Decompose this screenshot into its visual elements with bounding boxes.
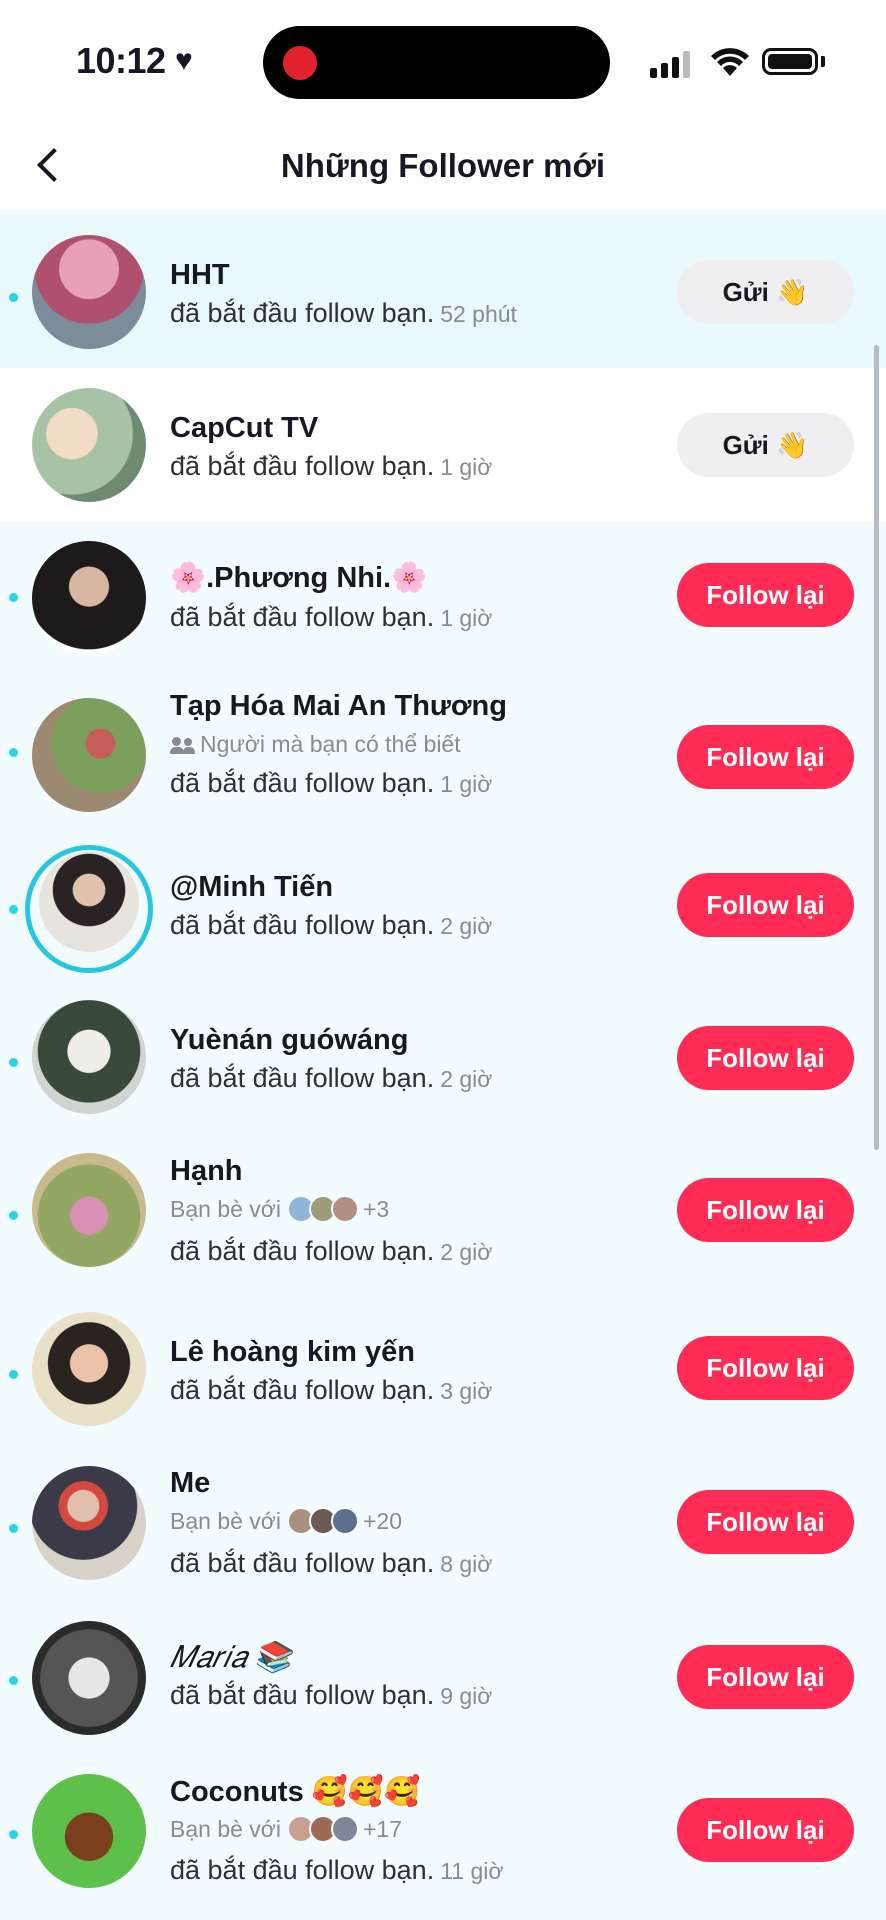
mutual-avatars (281, 1507, 359, 1535)
follower-desc: đã bắt đầu follow bạn. 52 phút (170, 298, 517, 328)
send-wave-button[interactable]: Gửi 👋 (677, 260, 854, 324)
follower-name[interactable]: HHT (170, 259, 230, 292)
follower-mutual-hint: Bạn bè với +3 (170, 1195, 390, 1223)
list-item[interactable]: Hạnh Bạn bè với +3 đã bắt đầu follow bạn.… (0, 1133, 886, 1286)
avatar[interactable] (32, 1466, 146, 1580)
unread-dot (9, 1211, 18, 1220)
follower-name[interactable]: CapCut TV (170, 412, 318, 445)
follower-desc: đã bắt đầu follow bạn. 2 giờ (170, 910, 493, 940)
follower-name[interactable]: Me (170, 1467, 210, 1500)
page-title: Những Follower mới (280, 147, 606, 184)
follower-name[interactable]: @Minh Tiến (170, 871, 333, 904)
follower-time: 2 giờ (440, 913, 493, 939)
people-icon (170, 735, 196, 755)
unread-dot (9, 593, 18, 602)
avatar[interactable] (32, 698, 146, 812)
unread-dot (9, 1830, 18, 1839)
follower-time: 1 giờ (440, 454, 493, 480)
scrollbar[interactable] (874, 345, 879, 1150)
follower-desc: đã bắt đầu follow bạn. 2 giờ (170, 1236, 493, 1266)
avatar[interactable] (32, 1312, 146, 1426)
follower-name[interactable]: Yuènán guówáng (170, 1024, 408, 1057)
follower-name[interactable]: Hạnh (170, 1155, 243, 1188)
mutual-avatars (281, 1195, 359, 1223)
follower-time: 2 giờ (440, 1066, 493, 1092)
unread-dot (9, 1058, 18, 1067)
list-item[interactable]: Lê hoàng kim yến đã bắt đầu follow bạn. 3… (0, 1286, 886, 1439)
unread-dot (9, 1524, 18, 1533)
follower-time: 9 giờ (440, 1683, 493, 1709)
heart-icon: ♥ (175, 44, 193, 77)
avatar[interactable] (32, 235, 146, 349)
follower-name[interactable]: Tạp Hóa Mai An Thương (170, 690, 507, 723)
battery-icon (762, 48, 818, 75)
header: Những Follower mới (0, 125, 886, 210)
recording-indicator-icon (283, 46, 317, 80)
follower-time: 8 giờ (440, 1551, 493, 1577)
unread-dot (9, 1370, 18, 1379)
list-item[interactable]: 𝑀𝑎𝑟𝑖𝑎 📚 đã bắt đầu follow bạn. 9 giờ Foll… (0, 1592, 886, 1745)
follower-desc: đã bắt đầu follow bạn. 1 giờ (170, 602, 493, 632)
follower-desc: đã bắt đầu follow bạn. 8 giờ (170, 1548, 493, 1578)
avatar[interactable] (32, 1621, 146, 1735)
follow-back-button[interactable]: Follow lại (677, 725, 854, 789)
unread-dot (9, 293, 18, 302)
wifi-icon (711, 48, 749, 76)
avatar[interactable] (32, 1000, 146, 1114)
follower-desc: đã bắt đầu follow bạn. 9 giờ (170, 1680, 493, 1710)
unread-dot (9, 1676, 18, 1685)
follow-back-button[interactable]: Follow lại (677, 1026, 854, 1090)
list-item[interactable]: CapCut TV đã bắt đầu follow bạn. 1 giờ Gử… (0, 368, 886, 521)
follower-desc: đã bắt đầu follow bạn. 1 giờ (170, 451, 493, 481)
list-item[interactable]: @Minh Tiến đã bắt đầu follow bạn. 2 giờ F… (0, 827, 886, 980)
mutual-avatars (281, 1815, 359, 1843)
follower-name[interactable]: Lê hoàng kim yến (170, 1336, 415, 1369)
list-item[interactable]: Tạp Hóa Mai An Thương Người mà bạn có th… (0, 674, 886, 827)
dynamic-island (263, 26, 610, 99)
list-item[interactable]: Yuènán guówáng đã bắt đầu follow bạn. 2 g… (0, 980, 886, 1133)
follower-desc: đã bắt đầu follow bạn. 11 giờ (170, 1855, 504, 1885)
follower-desc: đã bắt đầu follow bạn. 3 giờ (170, 1375, 493, 1405)
follow-back-button[interactable]: Follow lại (677, 1645, 854, 1709)
follower-time: 1 giờ (440, 771, 493, 797)
follow-back-button[interactable]: Follow lại (677, 563, 854, 627)
unread-dot (9, 905, 18, 914)
follower-list[interactable]: HHT đã bắt đầu follow bạn. 52 phút Gửi 👋 … (0, 210, 886, 1920)
list-item[interactable]: Me Bạn bè với +20 đã bắt đầu follow bạn. 8… (0, 1439, 886, 1592)
follow-back-button[interactable]: Follow lại (677, 1490, 854, 1554)
list-item[interactable]: 🌸.Phương Nhi.🌸 đã bắt đầu follow bạn. 1 g… (0, 521, 886, 674)
list-item[interactable]: Coconuts 🥰🥰🥰 Bạn bè với +17 đã bắt đầu fo… (0, 1745, 886, 1920)
follow-back-button[interactable]: Follow lại (677, 1336, 854, 1400)
avatar[interactable] (32, 388, 146, 502)
follow-back-button[interactable]: Follow lại (677, 1798, 854, 1862)
avatar[interactable] (32, 541, 146, 655)
follow-back-button[interactable]: Follow lại (677, 1178, 854, 1242)
follower-mutual-hint: Bạn bè với +20 (170, 1507, 402, 1535)
status-time: 10:12 (76, 40, 166, 81)
avatar[interactable] (39, 852, 139, 952)
follower-mutual-hint: Người mà bạn có thể biết (170, 731, 461, 758)
avatar[interactable] (32, 1153, 146, 1267)
follower-time: 11 giờ (440, 1858, 504, 1884)
list-item[interactable]: HHT đã bắt đầu follow bạn. 52 phút Gửi 👋 (0, 215, 886, 368)
follow-back-button[interactable]: Follow lại (677, 873, 854, 937)
follower-mutual-hint: Bạn bè với +17 (170, 1815, 402, 1843)
unread-dot (9, 748, 18, 757)
follower-desc: đã bắt đầu follow bạn. 2 giờ (170, 1063, 493, 1093)
avatar[interactable] (32, 1774, 146, 1888)
send-wave-button[interactable]: Gửi 👋 (677, 413, 854, 477)
follower-desc: đã bắt đầu follow bạn. 1 giờ (170, 768, 493, 798)
follower-name[interactable]: 𝑀𝑎𝑟𝑖𝑎 📚 (170, 1640, 292, 1675)
follower-time: 3 giờ (440, 1378, 493, 1404)
follower-time: 52 phút (440, 301, 517, 327)
follower-name[interactable]: 🌸.Phương Nhi.🌸 (170, 561, 427, 595)
cellular-signal-icon (650, 50, 694, 78)
follower-time: 1 giờ (440, 605, 493, 631)
status-bar: 10:12 ♥ (0, 0, 886, 125)
follower-time: 2 giờ (440, 1239, 493, 1265)
follower-name[interactable]: Coconuts 🥰🥰🥰 (170, 1775, 420, 1809)
